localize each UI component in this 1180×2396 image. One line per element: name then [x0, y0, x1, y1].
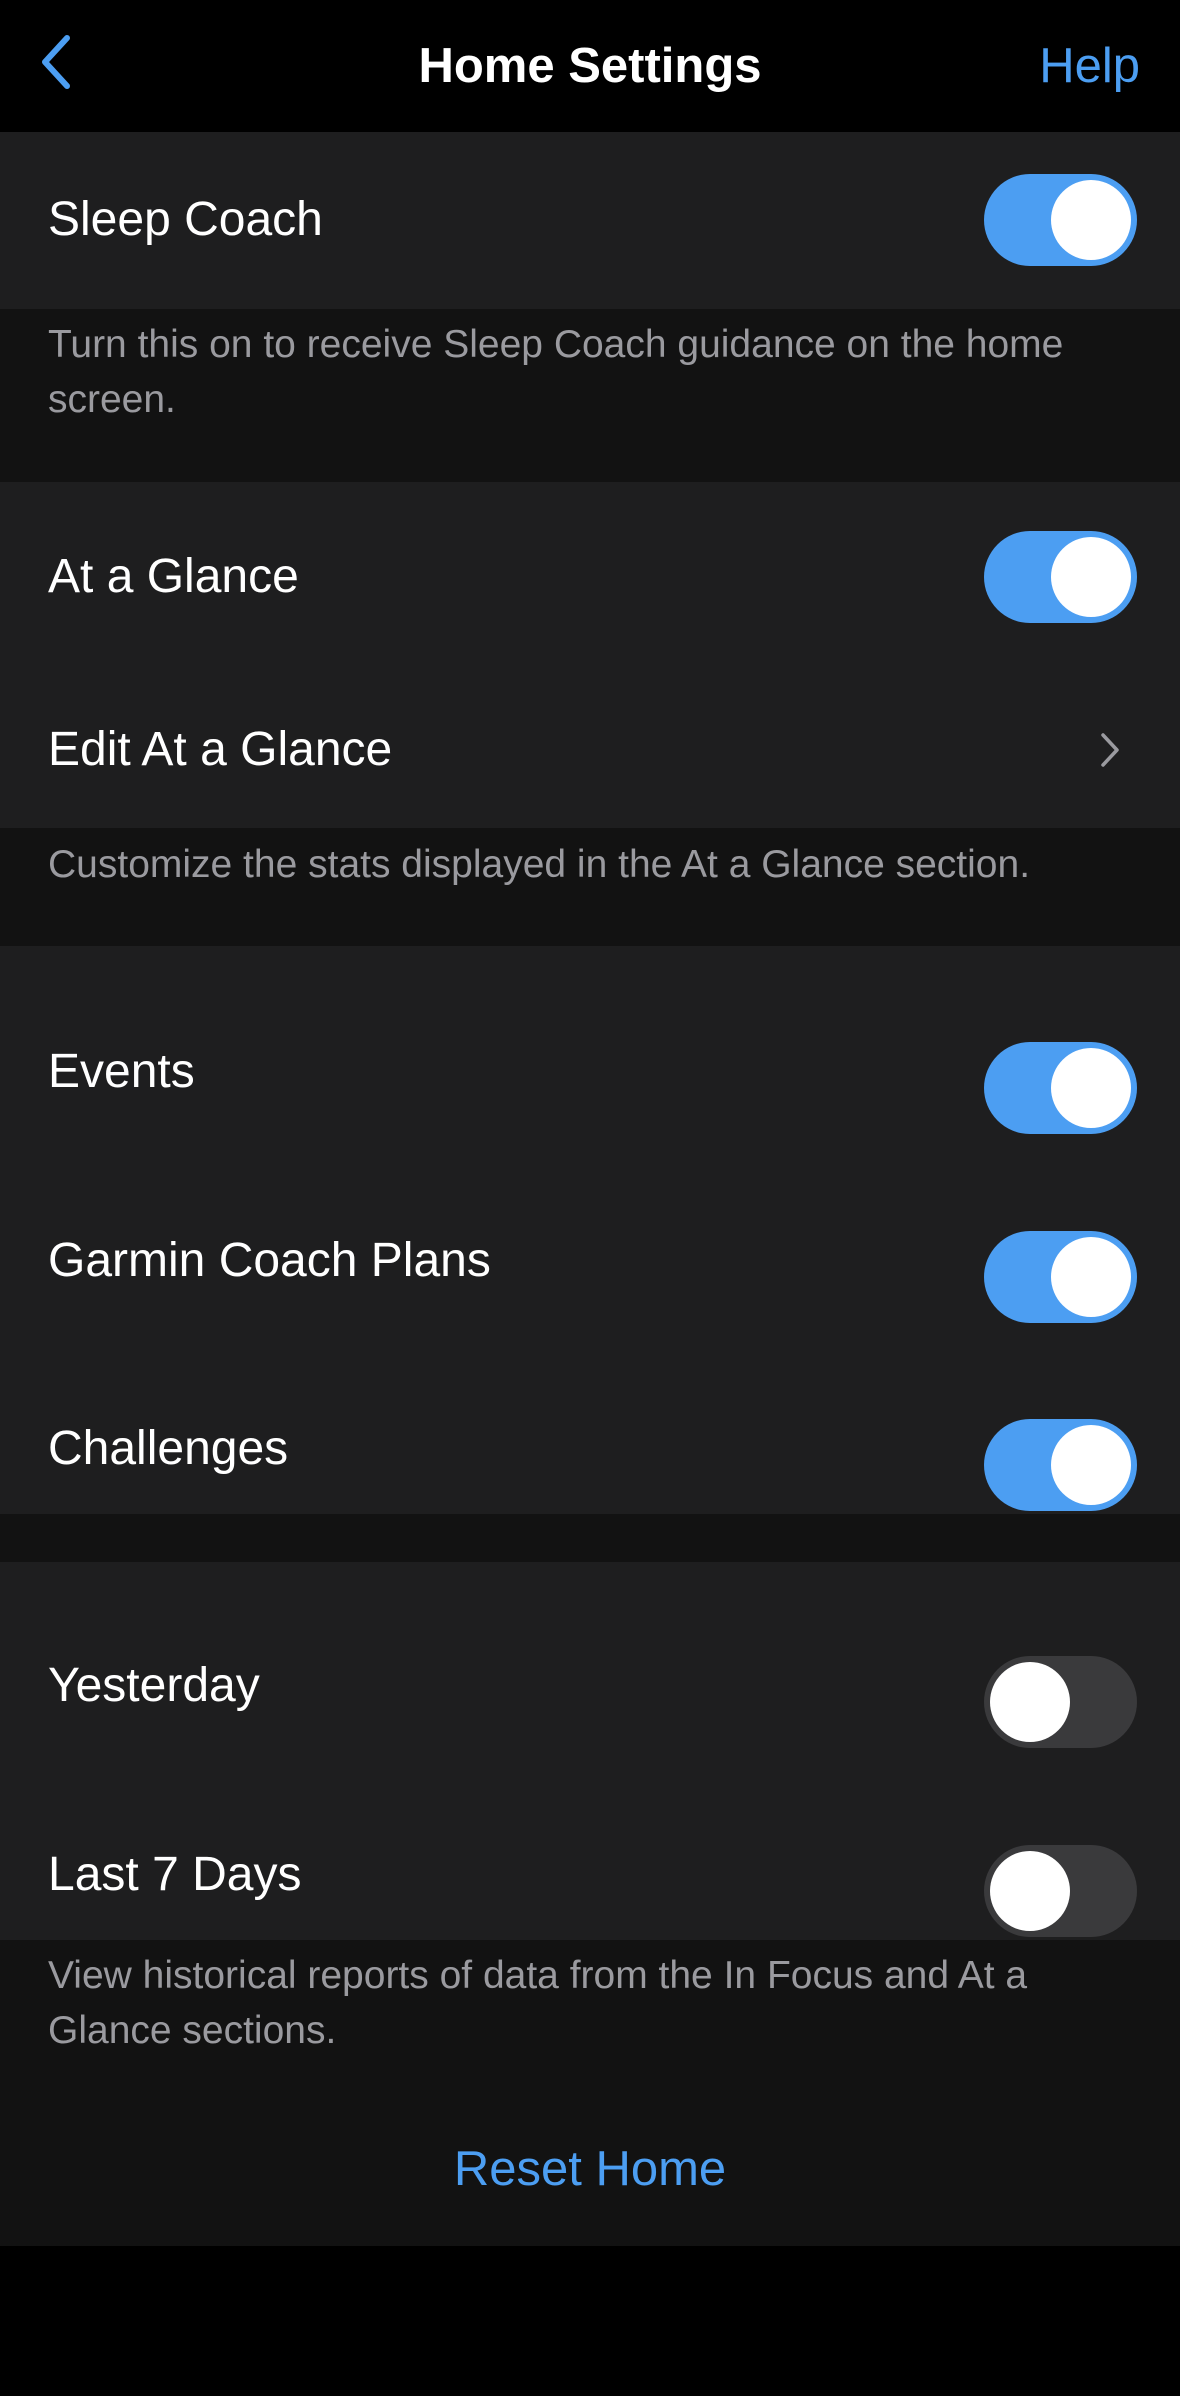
challenges-toggle[interactable] [984, 1419, 1137, 1511]
edit-at-a-glance-label: Edit At a Glance [48, 723, 393, 776]
events-toggle[interactable] [984, 1042, 1137, 1134]
coach-plans-toggle[interactable] [984, 1231, 1137, 1323]
chevron-right-icon [1090, 720, 1130, 780]
coach-plans-label: Garmin Coach Plans [48, 1234, 491, 1287]
edit-at-a-glance-row[interactable]: Edit At a Glance [0, 655, 1180, 828]
sleep-coach-footer: Turn this on to receive Sleep Coach guid… [0, 309, 1180, 482]
toggle-knob [1051, 1425, 1131, 1505]
challenges-label: Challenges [48, 1422, 289, 1475]
last-7-days-toggle[interactable] [984, 1845, 1137, 1937]
toggle-knob [1051, 1048, 1131, 1128]
last-7-days-label: Last 7 Days [48, 1848, 302, 1901]
widgets-section: Events Garmin Coach Plans Challenges [0, 946, 1180, 1514]
events-label: Events [48, 1045, 195, 1098]
at-a-glance-toggle[interactable] [984, 531, 1137, 623]
toggle-knob [1051, 1237, 1131, 1317]
page-title: Home Settings [418, 39, 762, 93]
help-button[interactable]: Help [990, 34, 1140, 98]
widgets-gap [0, 1514, 1180, 1562]
toggle-knob [990, 1662, 1070, 1742]
toggle-knob [1051, 537, 1131, 617]
toggle-knob [1051, 180, 1131, 260]
yesterday-toggle[interactable] [984, 1656, 1137, 1748]
sleep-coach-note: Turn this on to receive Sleep Coach guid… [48, 323, 1064, 421]
yesterday-label: Yesterday [48, 1659, 260, 1712]
history-section: Yesterday Last 7 Days [0, 1562, 1180, 1940]
at-a-glance-footer: Customize the stats displayed in the At … [0, 828, 1180, 946]
at-a-glance-label: At a Glance [48, 550, 299, 603]
chevron-left-icon[interactable] [28, 30, 84, 94]
toggle-knob [990, 1851, 1070, 1931]
history-note: View historical reports of data from the… [48, 1954, 1028, 2052]
sleep-coach-label: Sleep Coach [48, 193, 323, 246]
sleep-coach-toggle[interactable] [984, 174, 1137, 266]
sleep-coach-section: Sleep Coach [0, 132, 1180, 309]
reset-home-button[interactable]: Reset Home [0, 2137, 1180, 2201]
at-a-glance-section: At a Glance Edit At a Glance [0, 482, 1180, 828]
at-a-glance-note: Customize the stats displayed in the At … [48, 843, 1031, 886]
nav-bar: Home Settings Help [0, 0, 1180, 132]
